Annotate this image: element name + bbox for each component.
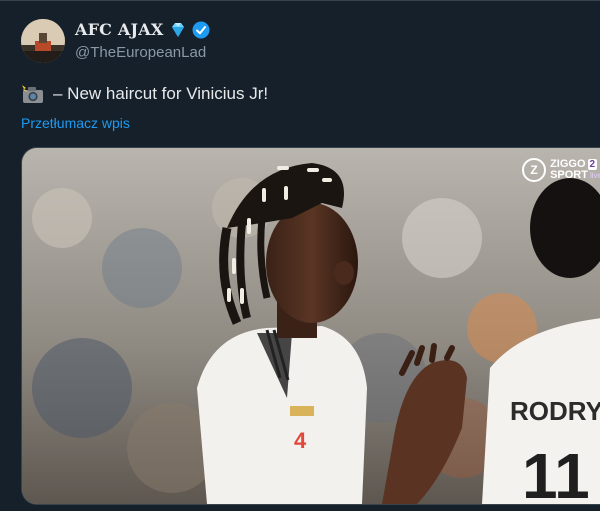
jersey-number: 11 — [522, 440, 590, 504]
tweet-photo[interactable]: 4 RODR 11 Z ZIGGO 2 SPORT liv — [21, 147, 600, 505]
watermark-number: 2 — [587, 159, 598, 170]
svg-text:4: 4 — [294, 428, 307, 453]
watermark-sub: SPORT — [550, 169, 588, 181]
camera-flash-icon — [21, 84, 45, 104]
author-handle[interactable]: @TheEuropeanLad — [75, 44, 206, 61]
author-display-name[interactable]: AFC AJAX — [75, 20, 164, 39]
tweet-text-body: – New haircut for Vinicius Jr! — [53, 84, 269, 103]
tweet-card[interactable]: AFC AJAX @TheEuropeanLad – New haircut f… — [0, 0, 600, 511]
watermark-tag: live — [589, 171, 600, 180]
tweet-text: – New haircut for Vinicius Jr! — [21, 84, 268, 104]
avatar-image — [21, 19, 65, 63]
gem-icon — [169, 21, 187, 39]
divider — [0, 0, 600, 1]
translate-link[interactable]: Przetłumacz wpis — [21, 115, 130, 131]
avatar[interactable] — [21, 19, 65, 63]
broadcaster-watermark: Z ZIGGO 2 SPORT live — [522, 158, 600, 182]
ziggo-logo-icon: Z — [522, 158, 547, 182]
author-name-row[interactable]: AFC AJAX — [75, 20, 210, 39]
photo-image: 4 RODR 11 — [22, 148, 600, 504]
jersey-name: RODRYG — [510, 396, 600, 426]
verified-icon[interactable] — [192, 21, 210, 39]
